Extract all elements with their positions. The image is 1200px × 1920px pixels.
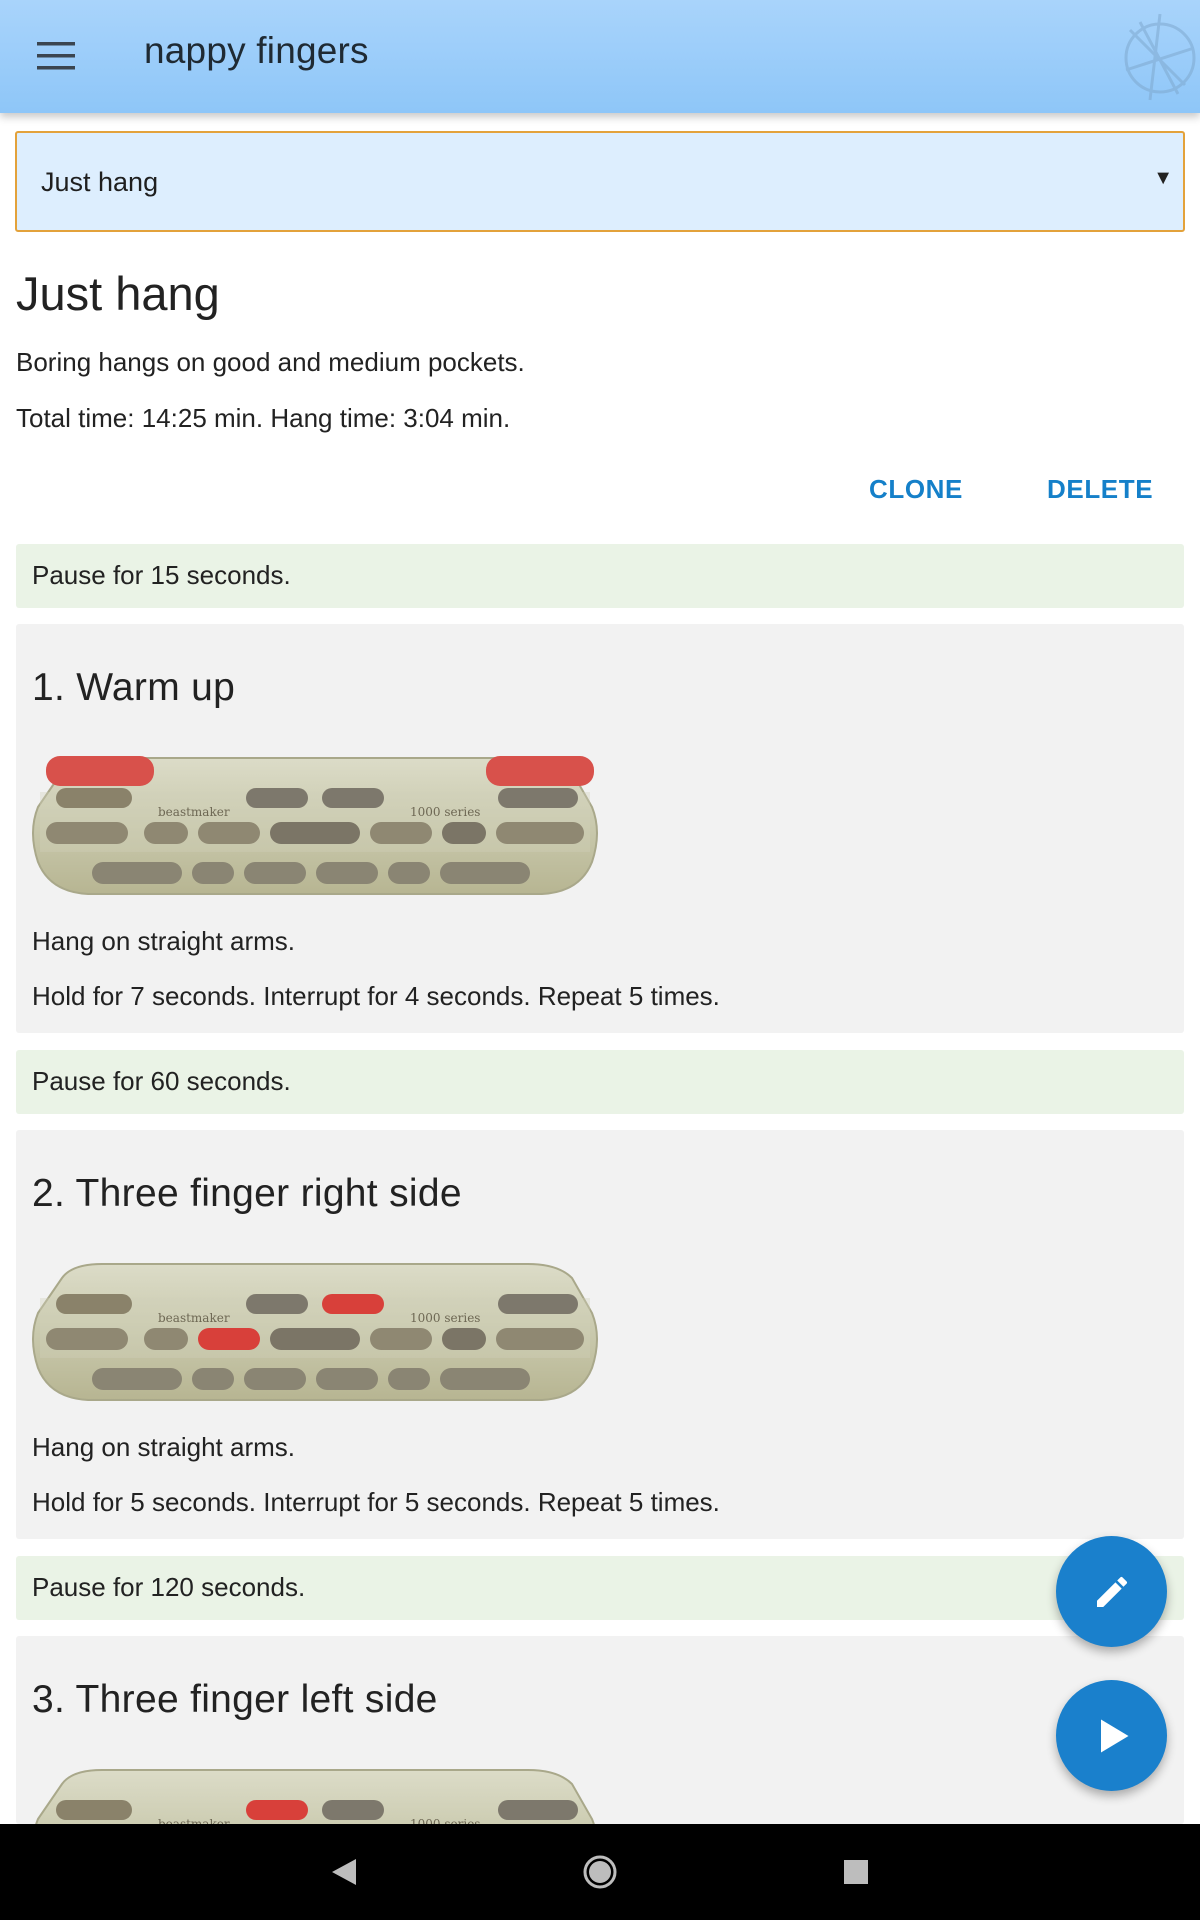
exercise-card[interactable]: 1. Warm up beastmaker 1000 series Hang o… (16, 624, 1184, 1033)
exercise-card[interactable]: 3. Three finger left side beastmaker 100… (16, 1636, 1184, 1824)
workout-title: Just hang (16, 267, 220, 320)
logo-icon (1124, 13, 1196, 101)
play-button[interactable] (1056, 1680, 1167, 1791)
home-button[interactable] (576, 1848, 624, 1896)
board-brand-text: beastmaker (158, 805, 230, 819)
workout-description: Boring hangs on good and medium pockets. (16, 347, 525, 377)
menu-button[interactable] (22, 22, 90, 90)
home-icon (583, 1855, 617, 1889)
hangboard-image: beastmaker 1000 series (32, 1263, 598, 1401)
pause-card: Pause for 120 seconds. (16, 1556, 1184, 1620)
exercise-description: Hang on straight arms. (32, 1432, 296, 1462)
app-title: nappy fingers (144, 30, 369, 71)
pencil-icon (1096, 1576, 1127, 1607)
recent-apps-button[interactable] (832, 1848, 880, 1896)
menu-icon (37, 42, 75, 70)
board-series-text: 1000 series (410, 1311, 480, 1325)
play-icon (1100, 1719, 1128, 1752)
pause-card: Pause for 60 seconds. (16, 1050, 1184, 1114)
pause-text: Pause for 120 seconds. (32, 1572, 306, 1602)
hold-top-pocket-right (322, 1294, 384, 1314)
app-bar: nappy fingers (0, 0, 1200, 113)
workout-select[interactable]: Just hang ▼ (15, 131, 1185, 232)
exercise-description: Hang on straight arms. (32, 926, 296, 956)
edit-button[interactable] (1056, 1536, 1167, 1647)
clone-button[interactable]: CLONE (869, 474, 963, 505)
board-series-text: 1000 series (410, 805, 480, 819)
board-brand-text: beastmaker (158, 1817, 230, 1824)
back-button[interactable] (320, 1848, 368, 1896)
board-series-text: 1000 series (410, 1817, 480, 1824)
hold-top-left-jug (46, 756, 154, 786)
delete-button[interactable]: DELETE (1047, 474, 1153, 505)
system-nav-bar (0, 1824, 1200, 1920)
hangboard-image: beastmaker 1000 series (35, 1769, 595, 1824)
workout-totals: Total time: 14:25 min. Hang time: 3:04 m… (16, 403, 511, 433)
pause-card: Pause for 15 seconds. (16, 544, 1184, 608)
dropdown-arrow-icon: ▼ (1153, 167, 1173, 189)
exercise-times: Hold for 7 seconds. Interrupt for 4 seco… (32, 981, 720, 1011)
hold-top-right-jug (486, 756, 594, 786)
hold-middle-pocket-left (198, 1328, 260, 1350)
recent-apps-icon (844, 1860, 868, 1884)
exercise-title: 2. Three finger right side (32, 1172, 462, 1215)
exercise-title: 1. Warm up (32, 666, 236, 709)
board-brand-text: beastmaker (158, 1311, 230, 1325)
hold-top-pocket-left (246, 1800, 308, 1820)
pause-text: Pause for 15 seconds. (32, 560, 291, 590)
exercise-card[interactable]: 2. Three finger right side beastmaker 10… (16, 1130, 1184, 1539)
pause-text: Pause for 60 seconds. (32, 1066, 291, 1096)
exercise-title: 3. Three finger left side (32, 1678, 438, 1721)
select-value: Just hang (41, 167, 159, 197)
back-icon (332, 1859, 356, 1885)
hangboard-image: beastmaker 1000 series (32, 756, 598, 895)
exercise-times: Hold for 5 seconds. Interrupt for 5 seco… (32, 1487, 720, 1517)
